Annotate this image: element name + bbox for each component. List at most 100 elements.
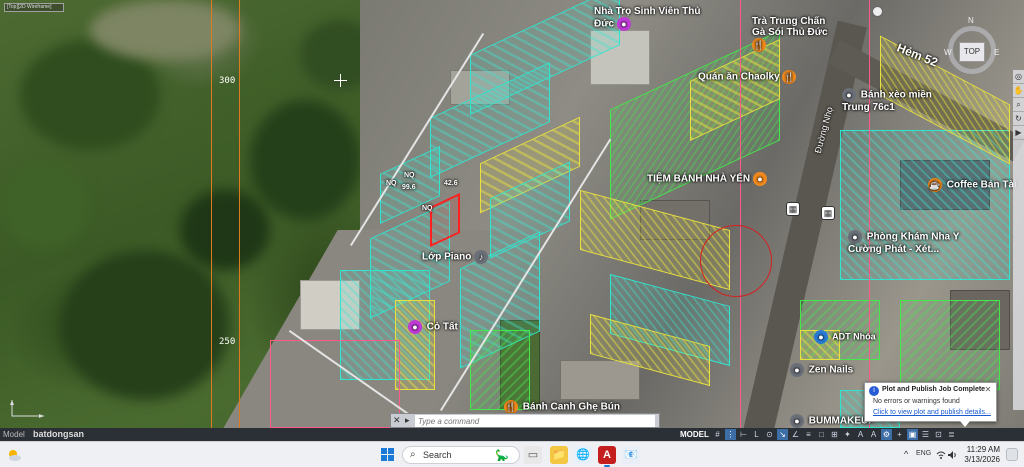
land-parcel[interactable]: [900, 300, 1000, 390]
tree-cluster: [60, 250, 230, 400]
land-parcel-outline[interactable]: [270, 340, 400, 428]
search-icon: ⌕: [410, 449, 416, 460]
browser-icon[interactable]: 🌐: [574, 446, 592, 464]
command-line[interactable]: ✕ ▸: [390, 413, 660, 428]
status-tool-button[interactable]: ⊡: [933, 429, 944, 440]
status-tool-button[interactable]: ≣: [946, 429, 957, 440]
poi-label[interactable]: ☕ Coffee Bản Tài: [928, 178, 1017, 192]
place-pin-icon: ●: [842, 88, 856, 102]
search-highlight-icon: 🦕: [495, 450, 509, 462]
compass-west[interactable]: W: [944, 48, 952, 57]
status-tool-button[interactable]: ⋮: [725, 429, 736, 440]
taskbar-search[interactable]: ⌕ Search 🦕: [402, 446, 520, 464]
bus-stop-icon[interactable]: ▦: [821, 206, 835, 220]
task-view-icon[interactable]: ▭: [524, 446, 542, 464]
screen: 300 250 Hẻm 52 Đường Nhọ Nhà Trọ Sinh Vi…: [0, 0, 1024, 467]
status-tool-button[interactable]: ▣: [907, 429, 918, 440]
shop-pin-icon: ●: [408, 320, 422, 334]
steering-wheel-icon[interactable]: ◎: [1013, 70, 1024, 84]
poi-label[interactable]: ● BUMMAKEUP: [790, 414, 875, 428]
cad-viewport[interactable]: 300 250 Hẻm 52 Đường Nhọ Nhà Trọ Sinh Vi…: [0, 0, 1024, 428]
dirt-path: [90, 0, 240, 60]
status-tool-button[interactable]: A: [868, 429, 879, 440]
food-pin-icon: 🍴: [504, 400, 518, 414]
bakery-pin-icon: ●: [752, 172, 767, 186]
status-tool-button[interactable]: L: [751, 429, 762, 440]
bus-stop-icon[interactable]: ▦: [786, 202, 800, 216]
status-tool-button[interactable]: □: [816, 429, 827, 440]
notification-title: Plot and Publish Job Complete: [882, 386, 986, 393]
command-input[interactable]: [415, 415, 655, 427]
shop-pin-icon: ●: [616, 17, 631, 31]
poi-label[interactable]: Quán ăn Chaolky 🍴: [698, 70, 798, 84]
poi-label[interactable]: ● Bánh xèo miền Trung 76c1: [842, 88, 932, 113]
start-button[interactable]: [381, 448, 395, 462]
windows-taskbar: ⌕ Search 🦕 ▭ 📁 🌐 A 📧 ^ ENG 11:29 AM 3/13…: [0, 441, 1024, 467]
autocad-icon[interactable]: A: [598, 446, 616, 467]
status-tool-button[interactable]: ⊢: [738, 429, 749, 440]
status-tool-button[interactable]: ≡: [803, 429, 814, 440]
status-tool-button[interactable]: ⊙: [764, 429, 775, 440]
showmotion-icon[interactable]: ▶: [1013, 126, 1024, 140]
language-indicator[interactable]: ENG: [916, 450, 931, 457]
viewcube[interactable]: TOP N W E S: [944, 12, 1000, 74]
poi-label[interactable]: ● ADT Nhóa: [814, 330, 876, 344]
land-parcel[interactable]: [395, 300, 435, 390]
status-tool-button[interactable]: ⚙: [881, 429, 892, 440]
food-pin-icon: 🍴: [752, 38, 766, 52]
ucs-icon: [10, 400, 44, 418]
grass-patch: [0, 160, 90, 250]
close-icon[interactable]: ✕: [393, 415, 401, 426]
info-icon: i: [869, 386, 879, 396]
status-tool-button[interactable]: ∠: [790, 429, 801, 440]
poi-label[interactable]: ● Phòng Khám Nha Y Cường Phát - Xét...: [848, 230, 978, 255]
grid-line: [211, 0, 212, 428]
status-tool-button[interactable]: +: [894, 429, 905, 440]
status-tool-button[interactable]: ⊞: [829, 429, 840, 440]
layout-tab-model[interactable]: Model: [0, 428, 25, 441]
view-details-link[interactable]: Click to view plot and publish details..…: [873, 409, 991, 416]
status-tool-button[interactable]: ☰: [920, 429, 931, 440]
viewport-controls[interactable]: [Top][2D Wireframe]: [4, 3, 64, 12]
mail-icon[interactable]: 📧: [622, 446, 640, 464]
marker-circle: [700, 225, 772, 297]
poi-label[interactable]: Nhà Trọ Sinh Viên Thủ Đức ●: [594, 6, 704, 31]
notification-tail: [960, 421, 970, 427]
status-tool-button[interactable]: ✦: [842, 429, 853, 440]
wifi-icon[interactable]: [936, 450, 946, 460]
coffee-pin-icon: ☕: [928, 178, 942, 192]
tree-cluster: [180, 190, 270, 270]
orbit-icon[interactable]: ↻: [1013, 112, 1024, 126]
command-history-icon[interactable]: ▸: [405, 415, 410, 426]
viewcube-top-face[interactable]: TOP: [959, 42, 985, 62]
poi-label[interactable]: Lớp Piano ♪: [422, 250, 490, 264]
poi-label[interactable]: ● Zen Nails: [790, 363, 853, 377]
grid-label-300: 300: [219, 76, 236, 86]
zoom-icon[interactable]: ⌕: [1013, 98, 1024, 112]
file-explorer-icon[interactable]: 📁: [550, 446, 568, 464]
status-tool-button[interactable]: A: [855, 429, 866, 440]
notification-center-icon[interactable]: [1006, 448, 1018, 461]
status-tool-button[interactable]: ↘: [777, 429, 788, 440]
grid-line: [239, 0, 240, 428]
land-parcel[interactable]: [470, 330, 530, 410]
poi-label[interactable]: ● Cỏ Tất: [408, 320, 458, 334]
status-tools: # ⋮ ⊢ L ⊙ ↘ ∠ ≡ □ ⊞ ✦ A A ⚙ + ▣ ☰ ⊡ ≣: [712, 429, 957, 440]
weather-icon[interactable]: [6, 447, 22, 463]
place-pin-icon: ●: [814, 330, 828, 344]
clock-date: 3/13/2026: [964, 455, 1000, 464]
plot-publish-notification[interactable]: i Plot and Publish Job Complete ✕ No err…: [864, 382, 997, 422]
compass-north[interactable]: N: [968, 16, 974, 25]
close-icon[interactable]: ✕: [983, 385, 993, 395]
tray-overflow-icon[interactable]: ^: [904, 449, 908, 459]
clock[interactable]: 11:29 AM 3/13/2026: [956, 445, 1000, 465]
clinic-pin-icon: ●: [848, 230, 862, 244]
navigation-bar[interactable]: ◎ ✋ ⌕ ↻ ▶: [1013, 70, 1024, 410]
compass-east[interactable]: E: [994, 48, 999, 57]
search-label: Search: [423, 450, 452, 460]
pan-icon[interactable]: ✋: [1013, 84, 1024, 98]
poi-label[interactable]: Trà Trung Chấn Gà Sói Thủ Đức 🍴: [752, 16, 832, 52]
model-space-button[interactable]: MODEL: [680, 428, 709, 441]
poi-label[interactable]: TIỆM BÁNH NHÀ YẾN ●: [647, 172, 769, 186]
status-tool-button[interactable]: #: [712, 429, 723, 440]
